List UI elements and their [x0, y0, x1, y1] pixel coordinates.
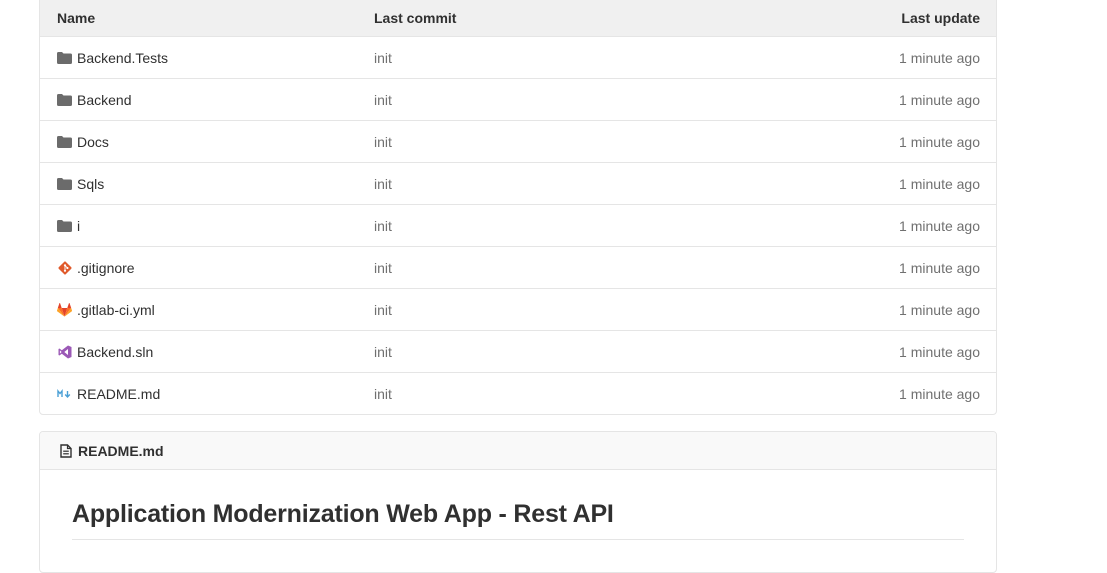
last-update-time: 1 minute ago [899, 133, 980, 150]
last-update-time: 1 minute ago [899, 343, 980, 360]
commit-link[interactable]: init [374, 92, 392, 108]
gitlab-icon [57, 302, 72, 317]
file-link[interactable]: README.md [77, 386, 160, 402]
commit-link[interactable]: init [374, 386, 392, 402]
commit-link[interactable]: init [374, 176, 392, 192]
table-row[interactable]: Sqls init 1 minute ago [40, 163, 996, 205]
last-update-time: 1 minute ago [899, 301, 980, 318]
folder-icon [57, 219, 72, 233]
file-link[interactable]: Backend.sln [77, 344, 153, 360]
table-row[interactable]: Backend.Tests init 1 minute ago [40, 37, 996, 79]
header-name: Name [57, 9, 96, 26]
file-link[interactable]: .gitignore [77, 260, 135, 276]
header-last-update: Last update [901, 9, 980, 26]
table-row[interactable]: .gitignore init 1 minute ago [40, 247, 996, 289]
folder-icon [57, 51, 72, 65]
file-link[interactable]: Backend.Tests [77, 50, 168, 66]
table-row[interactable]: Docs init 1 minute ago [40, 121, 996, 163]
commit-link[interactable]: init [374, 302, 392, 318]
file-link[interactable]: Docs [77, 134, 109, 150]
readme-filename: README.md [78, 442, 164, 459]
git-icon [57, 260, 72, 275]
file-link[interactable]: i [77, 218, 80, 234]
file-link[interactable]: .gitlab-ci.yml [77, 302, 155, 318]
table-row[interactable]: i init 1 minute ago [40, 205, 996, 247]
readme-heading: Application Modernization Web App - Rest… [72, 500, 964, 540]
commit-link[interactable]: init [374, 50, 392, 66]
last-update-time: 1 minute ago [899, 385, 980, 402]
table-row[interactable]: Backend init 1 minute ago [40, 79, 996, 121]
commit-link[interactable]: init [374, 134, 392, 150]
file-tree-header: Name Last commit Last update [40, 0, 996, 37]
table-row[interactable]: Backend.sln init 1 minute ago [40, 331, 996, 373]
markdown-icon [57, 387, 72, 401]
file-text-icon [58, 443, 73, 458]
last-update-time: 1 minute ago [899, 217, 980, 234]
commit-link[interactable]: init [374, 218, 392, 234]
folder-icon [57, 93, 72, 107]
last-update-time: 1 minute ago [899, 49, 980, 66]
readme-header: README.md [40, 432, 996, 470]
file-link[interactable]: Sqls [77, 176, 104, 192]
folder-icon [57, 135, 72, 149]
readme-content: Application Modernization Web App - Rest… [40, 470, 996, 540]
visual-studio-icon [57, 345, 72, 359]
file-tree-table: Name Last commit Last update Backend.Tes… [39, 0, 997, 415]
table-row[interactable]: README.md init 1 minute ago [40, 373, 996, 414]
folder-icon [57, 177, 72, 191]
commit-link[interactable]: init [374, 260, 392, 276]
file-link[interactable]: Backend [77, 92, 131, 108]
last-update-time: 1 minute ago [899, 91, 980, 108]
table-row[interactable]: .gitlab-ci.yml init 1 minute ago [40, 289, 996, 331]
last-update-time: 1 minute ago [899, 175, 980, 192]
header-last-commit: Last commit [374, 9, 457, 26]
last-update-time: 1 minute ago [899, 259, 980, 276]
commit-link[interactable]: init [374, 344, 392, 360]
